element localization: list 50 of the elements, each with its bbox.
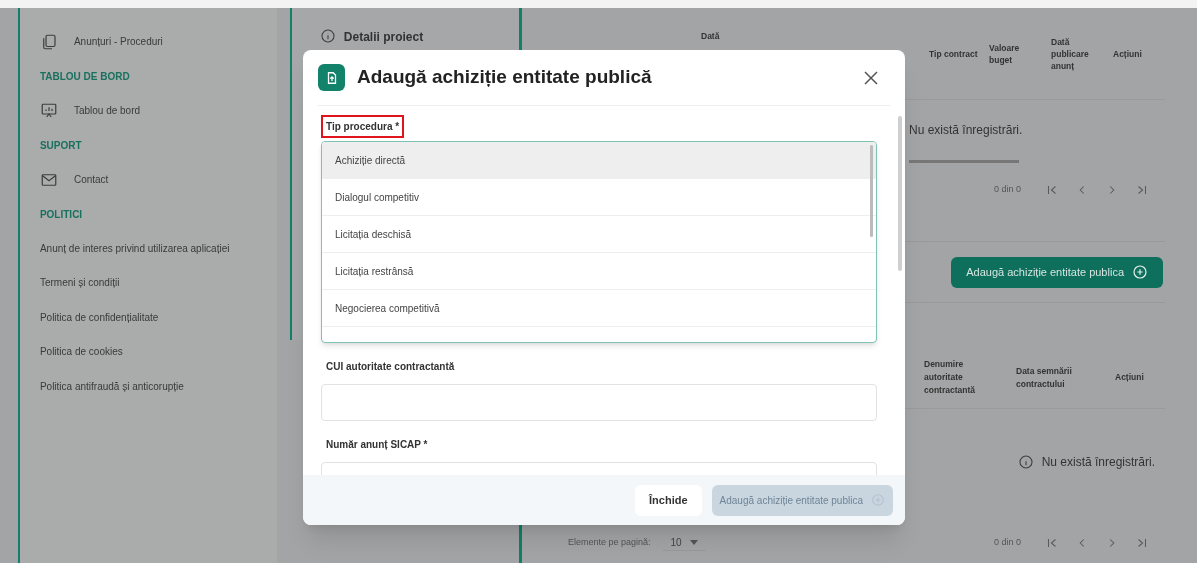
- dialog-button[interactable]: Închide: [635, 484, 702, 516]
- close-icon[interactable]: [864, 70, 878, 85]
- last-page-icon[interactable]: [1135, 183, 1149, 197]
- page-range: 0 din 0: [993, 183, 1021, 197]
- field-label: Număr anunț SICAP *: [325, 438, 429, 452]
- dialog-title: Adaugă achiziție entitate publică: [357, 65, 653, 90]
- empty-message: Nu există înregistrări.: [1041, 453, 1155, 471]
- dropdown-option[interactable]: Licitația deschisă: [322, 216, 876, 253]
- sidebar-link[interactable]: Politica antifraudă și anticorupție: [39, 378, 184, 394]
- presentation-chart-icon: [39, 101, 58, 120]
- input-field[interactable]: [321, 384, 877, 421]
- column-header: Valoare buget: [989, 41, 1021, 66]
- scrollbar[interactable]: [909, 160, 1019, 163]
- field-label: CUI autoritate contractantă: [325, 360, 456, 374]
- column-header: Tip contract: [929, 47, 979, 60]
- sidebar-link[interactable]: Anunț de interes privind utilizarea aplicației: [39, 240, 230, 256]
- section-heading: TABLOU DE BORD: [39, 69, 131, 84]
- scrollbar[interactable]: [898, 116, 902, 271]
- section-heading: POLITICI: [39, 207, 84, 222]
- info-icon: [1017, 453, 1034, 470]
- page-range: 0 din 0: [993, 536, 1021, 550]
- sidebar-link[interactable]: Anunțuri - Proceduri: [73, 34, 163, 49]
- sidebar-link[interactable]: Politica de confidențialitate: [39, 309, 159, 325]
- page-size-label: Elemente pe pagină:: [568, 536, 651, 550]
- scrollbar[interactable]: [870, 145, 873, 237]
- dropdown-option[interactable]: Negocierea competitivă: [322, 290, 876, 327]
- dropdown-option[interactable]: Dialogul competitiv: [322, 179, 876, 216]
- plus-circle-icon: [1132, 264, 1148, 280]
- column-header: Data semnării contractului: [1016, 364, 1073, 391]
- page-size-select[interactable]: 10: [662, 535, 706, 551]
- column-header: Dată publicare anunț: [1051, 35, 1090, 72]
- last-page-icon[interactable]: [1135, 536, 1149, 550]
- dropdown-option[interactable]: Achiziție directă: [322, 142, 876, 179]
- info-icon: [319, 28, 336, 44]
- document-upload-icon: [318, 64, 345, 91]
- panel-title: Detalii proiect: [343, 29, 424, 46]
- caret-icon: [689, 539, 698, 546]
- add-button[interactable]: Adaugă achiziție entitate publica: [951, 256, 1163, 288]
- column-header: Dată: [701, 30, 721, 42]
- section-heading: SUPORT: [39, 138, 83, 153]
- dropdown-option[interactable]: Licitația restrânsă: [322, 253, 876, 290]
- sidebar-link[interactable]: Contact: [73, 172, 109, 187]
- empty-message: Nu există înregistrări.: [909, 122, 1023, 139]
- column-header: Acțiuni: [1113, 47, 1143, 60]
- column-header: Acțiuni: [1115, 371, 1145, 384]
- column-header: Denumire autoritate contractantă: [924, 358, 976, 397]
- sidebar-link[interactable]: Politica de cookies: [39, 344, 123, 360]
- sidebar-link[interactable]: Termeni și condiții: [39, 275, 120, 291]
- sidebar-link[interactable]: Tablou de bord: [73, 103, 141, 118]
- field-label: Tip procedura *: [321, 115, 405, 138]
